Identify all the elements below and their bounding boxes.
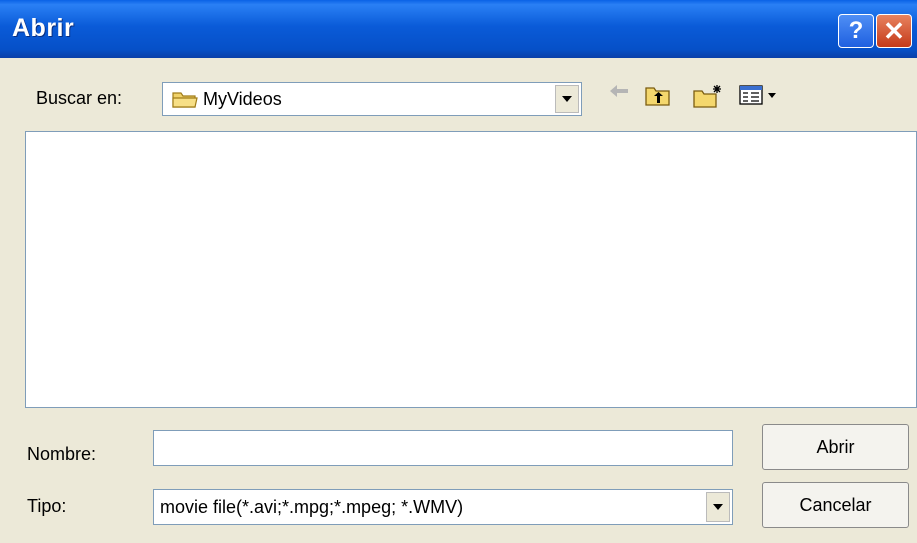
filetype-combo[interactable]: movie file(*.avi;*.mpg;*.mpeg; *.WMV) — [153, 489, 733, 525]
new-folder-button[interactable] — [692, 83, 724, 114]
look-in-value: MyVideos — [203, 89, 282, 109]
filetype-value: movie file(*.avi;*.mpg;*.mpeg; *.WMV) — [160, 497, 464, 517]
chevron-down-icon — [561, 90, 573, 108]
cancel-button[interactable]: Cancelar — [762, 482, 909, 528]
filename-label: Nombre: — [27, 444, 97, 464]
folder-icon — [172, 89, 198, 114]
view-menu-button[interactable] — [738, 83, 784, 112]
view-menu-icon — [738, 83, 784, 112]
look-in-label: Buscar en: — [36, 88, 123, 108]
filename-input[interactable] — [153, 430, 733, 466]
look-in-combo[interactable]: MyVideos — [162, 82, 582, 116]
title-bar: Abrir ? ✕ — [0, 0, 917, 58]
filetype-dropdown-button[interactable] — [706, 492, 730, 522]
chevron-down-icon — [712, 498, 724, 516]
up-folder-button[interactable] — [644, 83, 672, 112]
back-button[interactable] — [608, 83, 630, 104]
look-in-dropdown-button[interactable] — [555, 85, 579, 113]
close-button[interactable]: ✕ — [876, 14, 912, 48]
close-icon: ✕ — [883, 16, 905, 46]
help-icon: ? — [848, 17, 864, 44]
open-button[interactable]: Abrir — [762, 424, 909, 470]
file-list[interactable] — [25, 131, 917, 408]
filetype-label: Tipo: — [27, 496, 67, 516]
new-folder-icon — [692, 83, 724, 114]
help-button[interactable]: ? — [838, 14, 874, 48]
up-folder-icon — [644, 83, 672, 112]
window-title: Abrir — [12, 14, 75, 42]
back-arrow-icon — [608, 83, 630, 104]
